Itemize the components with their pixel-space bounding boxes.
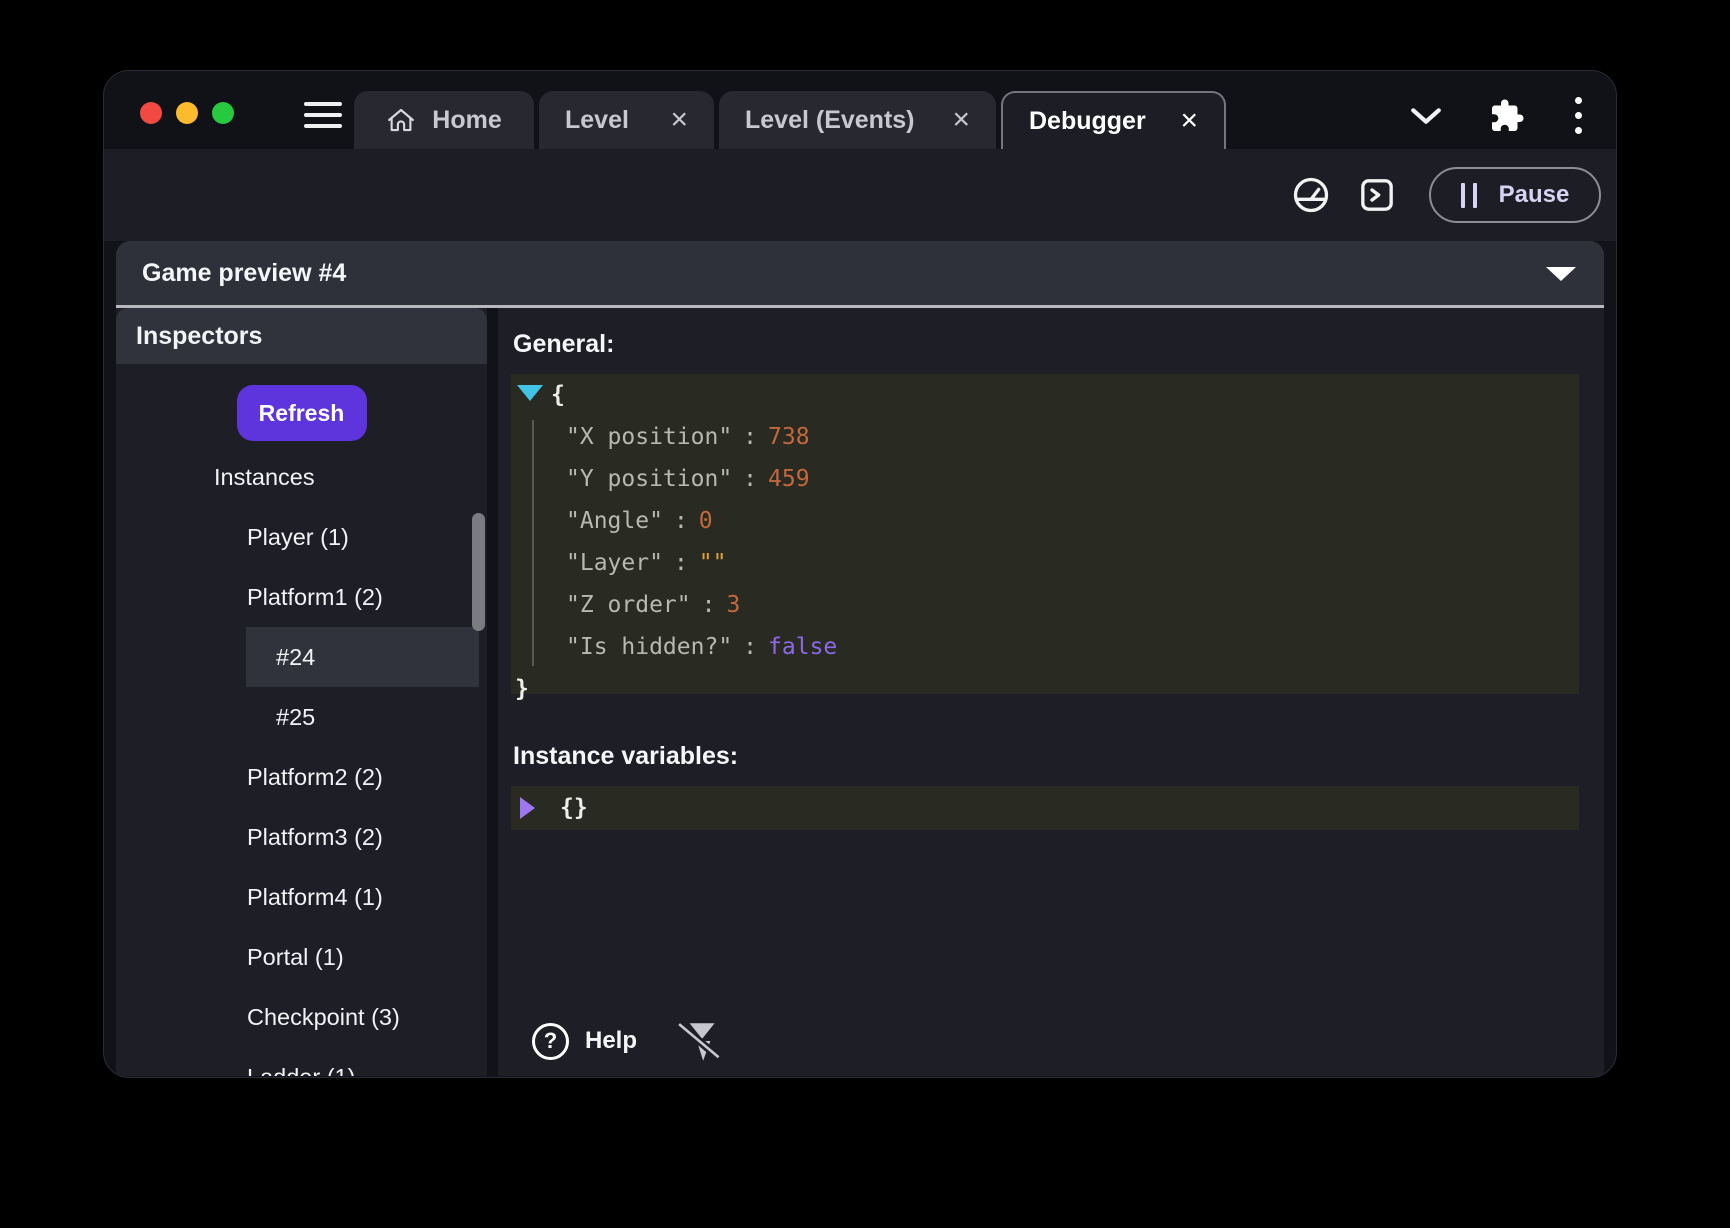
tab-level[interactable]: Level × xyxy=(539,91,714,149)
traffic-lights xyxy=(140,102,234,124)
tab-bar: Home Level × Level (Events) × Debugger × xyxy=(354,91,1226,149)
debugger-content: Inspectors Refresh Instances Player (1) … xyxy=(104,308,1616,1076)
property-x-position: "X position" : 738 xyxy=(511,416,1579,458)
menu-hamburger-icon[interactable] xyxy=(304,102,342,128)
minimize-window-button[interactable] xyxy=(176,102,198,124)
property-y-position: "Y position" : 459 xyxy=(511,458,1579,500)
tab-label: Level (Events) xyxy=(745,106,915,135)
property-layer: "Layer" : "" xyxy=(511,542,1579,584)
tab-debugger[interactable]: Debugger × xyxy=(1001,91,1226,149)
property-z-order: "Z order" : 3 xyxy=(511,584,1579,626)
dropdown-caret-icon[interactable] xyxy=(1546,267,1576,281)
chevron-down-icon[interactable] xyxy=(1409,105,1443,127)
general-json-view: { "X position" : 738 "Y position" : 459 … xyxy=(511,374,1579,694)
collapse-caret-icon[interactable] xyxy=(517,385,543,401)
tree-item-instances[interactable]: Instances xyxy=(116,447,487,507)
close-icon[interactable]: × xyxy=(1180,106,1198,136)
tree-item-checkpoint[interactable]: Checkpoint (3) xyxy=(116,987,487,1047)
zoom-window-button[interactable] xyxy=(212,102,234,124)
tree-item-platform2[interactable]: Platform2 (2) xyxy=(116,747,487,807)
refresh-button[interactable]: Refresh xyxy=(237,385,367,441)
tree-item-instance-25[interactable]: #25 xyxy=(116,687,487,747)
inspectors-header: Inspectors xyxy=(116,308,487,364)
instance-variables-label: Instance variables: xyxy=(513,742,1579,771)
tree-item-instance-24[interactable]: #24 xyxy=(116,627,487,687)
more-options-kebab-icon[interactable] xyxy=(1571,95,1586,136)
question-mark-icon: ? xyxy=(532,1023,569,1060)
close-icon[interactable]: × xyxy=(670,105,688,135)
pause-icon xyxy=(1461,183,1477,208)
tree-item-platform3[interactable]: Platform3 (2) xyxy=(116,807,487,867)
game-preview-header[interactable]: Game preview #4 xyxy=(116,241,1604,308)
game-preview-title: Game preview #4 xyxy=(116,259,346,288)
console-icon[interactable] xyxy=(1357,175,1397,215)
pause-button-label: Pause xyxy=(1499,181,1570,209)
help-button[interactable]: ? Help xyxy=(528,1019,641,1064)
sidebar-scrollbar-thumb[interactable] xyxy=(472,513,485,631)
instance-variables-json-view: {} xyxy=(511,786,1579,830)
debugger-toolbar: Pause xyxy=(104,149,1616,241)
property-is-hidden: "Is hidden?" : false xyxy=(511,626,1579,668)
inspectors-title: Inspectors xyxy=(116,322,262,351)
tab-strip-actions xyxy=(1409,95,1586,136)
property-angle: "Angle" : 0 xyxy=(511,500,1579,542)
pause-button[interactable]: Pause xyxy=(1429,167,1601,223)
indent-guide xyxy=(532,420,534,666)
extensions-puzzle-icon[interactable] xyxy=(1489,98,1525,134)
tree-item-player[interactable]: Player (1) xyxy=(116,507,487,567)
close-icon[interactable]: × xyxy=(952,105,970,135)
inspector-detail-panel: General: { "X position" : 738 "Y positio… xyxy=(498,308,1604,1076)
profiler-gauge-icon[interactable] xyxy=(1291,175,1331,215)
instances-tree: Instances Player (1) Platform1 (2) #24 #… xyxy=(116,447,487,1076)
tab-strip: Home Level × Level (Events) × Debugger × xyxy=(104,71,1616,149)
tab-label: Debugger xyxy=(1029,107,1146,136)
inspectors-sidebar: Inspectors Refresh Instances Player (1) … xyxy=(116,308,487,1076)
app-window: Home Level × Level (Events) × Debugger × xyxy=(103,70,1617,1078)
expand-caret-icon[interactable] xyxy=(520,797,535,819)
tree-item-portal[interactable]: Portal (1) xyxy=(116,927,487,987)
general-section-label: General: xyxy=(513,330,1579,359)
bottom-actions: ? Help xyxy=(528,1016,725,1066)
tree-item-platform1[interactable]: Platform1 (2) xyxy=(116,567,487,627)
tree-item-platform4[interactable]: Platform4 (1) xyxy=(116,867,487,927)
tab-home[interactable]: Home xyxy=(354,91,534,149)
help-button-label: Help xyxy=(585,1027,637,1055)
flag-off-icon[interactable] xyxy=(675,1016,725,1066)
tab-level-events[interactable]: Level (Events) × xyxy=(719,91,996,149)
tab-label: Home xyxy=(432,106,501,135)
tab-label: Level xyxy=(565,106,629,135)
close-window-button[interactable] xyxy=(140,102,162,124)
tree-item-ladder[interactable]: Ladder (1) xyxy=(116,1047,487,1076)
home-icon xyxy=(386,105,416,135)
